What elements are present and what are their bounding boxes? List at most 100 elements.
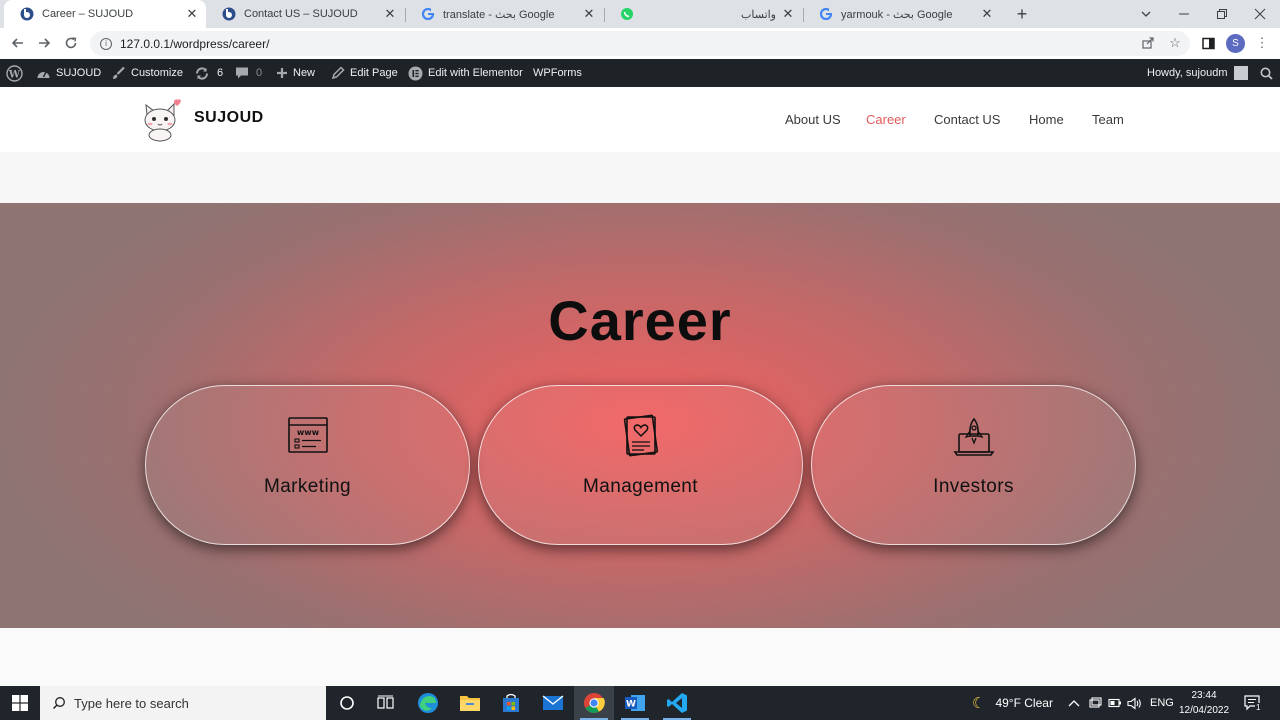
chevron-up-icon bbox=[1068, 700, 1080, 707]
wordpress-logo-icon[interactable]: W bbox=[6, 59, 28, 87]
site-name-menu[interactable]: SUJOUD bbox=[36, 59, 101, 87]
close-icon[interactable]: ✕ bbox=[184, 6, 200, 22]
minimize-button[interactable] bbox=[1165, 0, 1203, 28]
bookmark-star-icon[interactable]: ☆ bbox=[1165, 33, 1185, 53]
mail-icon[interactable] bbox=[533, 686, 573, 720]
profile-avatar[interactable]: S bbox=[1226, 34, 1245, 53]
nav-item-career[interactable]: Career bbox=[866, 112, 906, 127]
task-view-icon[interactable] bbox=[366, 686, 406, 720]
updates-link[interactable]: 6 bbox=[194, 59, 223, 87]
cortana-icon[interactable] bbox=[327, 686, 367, 720]
share-icon[interactable] bbox=[1138, 33, 1158, 53]
howdy-label: Howdy, sujoudm bbox=[1147, 67, 1228, 79]
weather-text: 49°F Clear bbox=[995, 696, 1053, 710]
close-icon bbox=[1254, 8, 1266, 20]
site-title[interactable]: SUJOUD bbox=[194, 109, 264, 127]
reload-icon bbox=[65, 37, 77, 49]
address-url: 127.0.0.1/wordpress/career/ bbox=[120, 36, 270, 51]
content-area bbox=[0, 628, 1280, 686]
weather-widget[interactable]: ☾ 49°F Clear bbox=[972, 686, 1053, 720]
tab-label: Career – SUJOUD bbox=[42, 8, 134, 20]
edit-with-elementor-link[interactable]: Edit with Elementor bbox=[408, 59, 523, 87]
wordpress-site-icon bbox=[222, 7, 236, 21]
close-icon[interactable]: ✕ bbox=[780, 6, 796, 22]
comments-count: 0 bbox=[256, 67, 263, 79]
web-browser-icon: www bbox=[288, 417, 328, 453]
chrome-icon[interactable] bbox=[574, 686, 614, 720]
clock-time: 23:44 bbox=[1191, 690, 1217, 701]
search-placeholder: Type here to search bbox=[74, 695, 189, 711]
card-label: Management bbox=[583, 476, 698, 497]
address-bar[interactable]: i 127.0.0.1/wordpress/career/ bbox=[90, 31, 1190, 56]
wpforms-link[interactable]: WPForms bbox=[533, 59, 582, 87]
career-card-management[interactable]: Management bbox=[478, 385, 803, 545]
plus-icon bbox=[277, 68, 287, 78]
nav-item-about-us[interactable]: About US bbox=[785, 112, 841, 127]
tab-contact-us[interactable]: Contact US – SUJOUD ✕ bbox=[206, 0, 404, 28]
restore-icon bbox=[1217, 9, 1227, 19]
career-card-marketing[interactable]: www Marketing bbox=[145, 385, 470, 545]
my-account-menu[interactable]: Howdy, sujoudm bbox=[1147, 59, 1248, 87]
paintbrush-icon bbox=[113, 66, 125, 79]
pencil-icon bbox=[331, 66, 345, 80]
customize-label: Customize bbox=[131, 67, 183, 79]
tab-translate[interactable]: translate - بحث Google ✕ bbox=[405, 0, 603, 28]
tab-label: Contact US – SUJOUD bbox=[244, 8, 358, 20]
google-icon bbox=[421, 7, 435, 21]
back-button[interactable] bbox=[7, 32, 29, 54]
network-icon[interactable] bbox=[1089, 686, 1102, 720]
tab-career[interactable]: Career – SUJOUD ✕ bbox=[4, 0, 206, 28]
svg-text:W: W bbox=[8, 69, 21, 80]
input-language[interactable]: ENG bbox=[1150, 686, 1174, 720]
info-icon[interactable]: i bbox=[100, 37, 112, 50]
edge-browser-icon[interactable] bbox=[408, 686, 448, 720]
nav-item-contact-us[interactable]: Contact US bbox=[934, 112, 1000, 127]
word-icon[interactable]: W bbox=[615, 686, 655, 720]
notification-center-button[interactable]: 1 bbox=[1244, 686, 1262, 720]
nav-item-home[interactable]: Home bbox=[1029, 112, 1064, 127]
customize-link[interactable]: Customize bbox=[111, 59, 183, 87]
file-explorer-icon[interactable] bbox=[450, 686, 490, 720]
windows-start-icon[interactable] bbox=[0, 686, 40, 720]
close-window-button[interactable] bbox=[1241, 0, 1279, 28]
browser-tab-strip: Career – SUJOUD ✕ Contact US – SUJOUD ✕ … bbox=[0, 0, 1280, 28]
clock-date: 12/04/2022 bbox=[1178, 705, 1230, 716]
side-panel-icon[interactable] bbox=[1198, 33, 1218, 53]
site-logo[interactable] bbox=[140, 97, 182, 142]
elementor-icon bbox=[408, 66, 423, 80]
updates-icon bbox=[195, 66, 209, 80]
google-icon bbox=[819, 7, 833, 21]
battery-icon[interactable] bbox=[1108, 686, 1122, 720]
edit-page-link[interactable]: Edit Page bbox=[331, 59, 398, 87]
new-tab-button[interactable]: + bbox=[1012, 4, 1032, 24]
new-content-link[interactable]: New bbox=[276, 59, 315, 87]
rocket-laptop-icon bbox=[953, 417, 995, 456]
whatsapp-icon bbox=[620, 7, 634, 21]
microsoft-store-icon[interactable] bbox=[491, 686, 531, 720]
tab-yarmouk[interactable]: yarmouk - بحث Google ✕ bbox=[803, 0, 1001, 28]
arrow-left-icon bbox=[11, 38, 23, 48]
tab-search-button[interactable] bbox=[1127, 0, 1165, 28]
notification-count: 1 bbox=[1255, 703, 1262, 712]
tab-whatsapp[interactable]: واتساب ✕ bbox=[604, 0, 802, 28]
comments-link[interactable]: 0 bbox=[235, 59, 262, 87]
windows-taskbar: Type here to search W ☾ 49°F Clear ENG 2… bbox=[0, 686, 1280, 720]
career-card-investors[interactable]: Investors bbox=[811, 385, 1136, 545]
reload-button[interactable] bbox=[60, 32, 82, 54]
close-icon[interactable]: ✕ bbox=[581, 6, 597, 22]
restore-button[interactable] bbox=[1203, 0, 1241, 28]
close-icon[interactable]: ✕ bbox=[979, 6, 995, 22]
show-hidden-icons-button[interactable] bbox=[1068, 686, 1080, 720]
svg-text:W: W bbox=[626, 700, 636, 710]
career-hero-section: Career www Marketing Management Investor… bbox=[0, 203, 1280, 628]
menu-kebab-icon[interactable]: ⋮ bbox=[1252, 33, 1272, 53]
close-icon[interactable]: ✕ bbox=[382, 6, 398, 22]
search-icon[interactable] bbox=[1260, 59, 1278, 87]
taskbar-search-input[interactable]: Type here to search bbox=[40, 686, 326, 720]
nav-item-team[interactable]: Team bbox=[1092, 112, 1124, 127]
volume-icon[interactable] bbox=[1127, 686, 1142, 720]
forward-button[interactable] bbox=[33, 32, 55, 54]
card-label: Investors bbox=[933, 476, 1014, 497]
vscode-icon[interactable] bbox=[657, 686, 697, 720]
system-clock[interactable]: 23:44 12/04/2022 bbox=[1172, 688, 1236, 718]
